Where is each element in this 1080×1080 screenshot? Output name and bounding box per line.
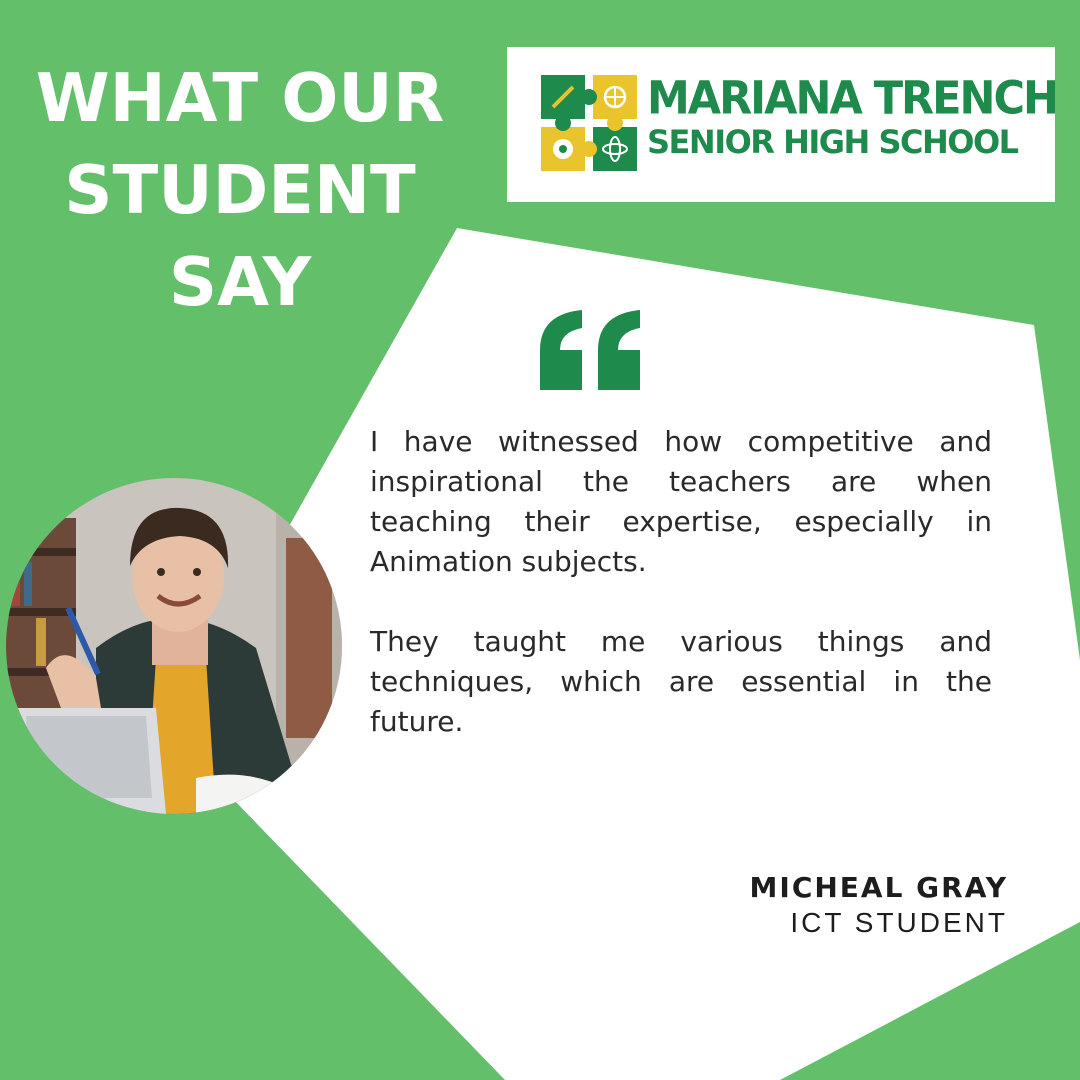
- testimonial-poster: WHAT OUR STUDENT SAY MARIANA TRENCH SENI…: [0, 0, 1080, 1080]
- author-block: MICHEAL GRAY ICT STUDENT: [750, 870, 1008, 940]
- quote-mark-icon: [540, 310, 640, 390]
- title-line-3: SAY: [168, 243, 312, 321]
- student-photo: [6, 478, 342, 814]
- school-name-line-1: MARIANA TRENCH: [647, 72, 1059, 126]
- puzzle-logo-icon: [541, 75, 637, 171]
- testimonial-paragraph-1: I have witnessed how competitive and ins…: [370, 425, 992, 578]
- testimonial-text: I have witnessed how competitive and ins…: [370, 422, 992, 782]
- school-logo: MARIANA TRENCH SENIOR HIGH SCHOOL: [507, 47, 1059, 202]
- page-title: WHAT OUR STUDENT SAY: [20, 52, 460, 328]
- testimonial-paragraph-2: They taught me various things and techni…: [370, 625, 992, 738]
- school-name: MARIANA TRENCH SENIOR HIGH SCHOOL: [647, 72, 1059, 161]
- title-line-1: WHAT OUR: [35, 59, 445, 137]
- author-name: MICHEAL GRAY: [749, 871, 1008, 904]
- school-name-line-2: SENIOR HIGH SCHOOL: [647, 123, 1019, 161]
- author-role: ICT STUDENT: [790, 907, 1008, 938]
- title-line-2: STUDENT: [64, 151, 416, 229]
